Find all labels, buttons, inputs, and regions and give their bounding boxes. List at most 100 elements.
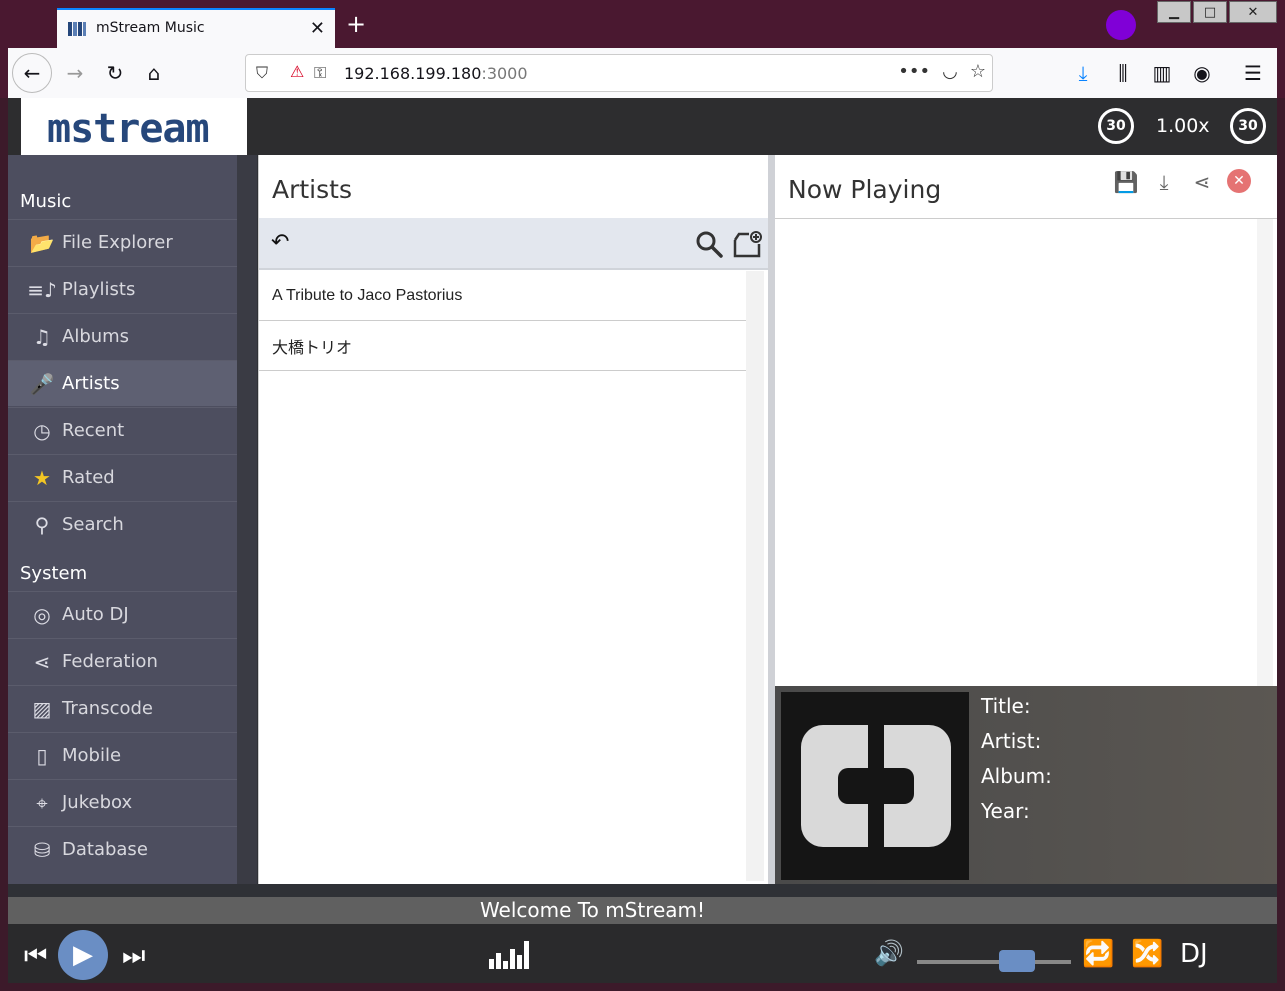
sidebar-item-database[interactable]: ⛁ Database xyxy=(8,826,237,872)
artist-list: A Tribute to Jaco Pastorius 大橋トリオ xyxy=(259,271,747,371)
next-track-icon[interactable]: ⏭ xyxy=(122,941,145,972)
panel-divider[interactable] xyxy=(768,155,775,884)
repeat-icon[interactable]: 🔁 xyxy=(1082,939,1114,969)
url-text[interactable]: 192.168.199.180:3000 xyxy=(344,64,528,83)
star-icon: ★ xyxy=(33,465,51,490)
meta-artist: Artist: xyxy=(981,729,1042,753)
search-icon[interactable] xyxy=(695,230,723,258)
play-button[interactable]: ▶ xyxy=(58,930,108,980)
browser-titlebar: mStream Music ✕ + ▁ □ ✕ xyxy=(0,0,1285,48)
share-icon: ⋖ xyxy=(33,649,51,674)
save-icon[interactable]: 💾 xyxy=(1113,169,1139,195)
app-topbar: mstream 30 1.00x 30 xyxy=(8,98,1277,164)
sidebar-item-federation[interactable]: ⋖ Federation xyxy=(8,638,237,684)
transcode-icon: ▨ xyxy=(32,696,52,721)
reload-button[interactable]: ↻ xyxy=(102,60,128,86)
sidebar-item-label: Search xyxy=(62,514,124,535)
share-icon[interactable]: ⋖ xyxy=(1189,169,1215,195)
back-arrow-icon[interactable]: ↶ xyxy=(271,230,289,255)
sidebar-item-label: Albums xyxy=(62,326,130,347)
add-to-queue-icon[interactable] xyxy=(733,230,763,258)
new-tab-icon[interactable]: + xyxy=(346,12,366,36)
remote-icon: ⌖ xyxy=(36,790,48,815)
sidebar-toggle-icon[interactable]: ▥ xyxy=(1149,60,1175,86)
volume-slider-thumb[interactable] xyxy=(999,950,1035,972)
sidebar-scrollbar[interactable] xyxy=(237,155,257,884)
skip-forward-30-button[interactable]: 30 xyxy=(1230,108,1266,144)
key-icon[interactable]: ⚿ xyxy=(314,63,326,83)
volume-icon[interactable]: 🔊 xyxy=(874,939,904,967)
close-window-button[interactable]: ✕ xyxy=(1229,1,1277,23)
mstream-favicon-icon xyxy=(68,22,86,36)
folder-icon: 📂 xyxy=(29,230,55,255)
queue-list xyxy=(775,218,1277,687)
meta-title: Title: xyxy=(981,694,1031,718)
database-icon: ⛁ xyxy=(33,837,51,862)
shuffle-icon[interactable]: 🔀 xyxy=(1131,939,1163,969)
album-art xyxy=(781,692,969,880)
sidebar-item-label: Artists xyxy=(62,373,120,394)
minimize-button[interactable]: ▁ xyxy=(1157,1,1191,23)
auto-dj-button[interactable]: DJ xyxy=(1180,939,1208,969)
sidebar-item-transcode[interactable]: ▨ Transcode xyxy=(8,685,237,731)
sidebar-item-recent[interactable]: ◷ Recent xyxy=(8,407,237,453)
list-item[interactable]: A Tribute to Jaco Pastorius xyxy=(259,271,747,321)
download-icon[interactable]: ⤓ xyxy=(1151,169,1177,195)
shield-icon[interactable]: ⛉ xyxy=(256,63,268,83)
page-actions-icon[interactable]: ••• xyxy=(898,61,930,82)
account-icon[interactable]: ◉ xyxy=(1189,60,1215,86)
private-browsing-icon xyxy=(1106,10,1136,40)
insecure-lock-icon[interactable]: ⚠ xyxy=(290,62,304,81)
mstream-logo-icon xyxy=(801,725,951,847)
sidebar-item-label: Transcode xyxy=(62,698,153,719)
skip-back-30-button[interactable]: 30 xyxy=(1098,108,1134,144)
url-bar[interactable]: ⛉ ⚠ ⚿ 192.168.199.180:3000 ••• ◡ ☆ xyxy=(245,54,993,92)
search-icon: ⚲ xyxy=(34,512,50,537)
forward-button[interactable]: → xyxy=(62,60,88,86)
tab-close-icon[interactable]: ✕ xyxy=(310,18,325,39)
queue-scrollbar[interactable] xyxy=(1257,219,1273,687)
library-icon[interactable]: ⫼ xyxy=(1110,60,1136,86)
sidebar-item-mobile[interactable]: ▯ Mobile xyxy=(8,732,237,778)
home-button[interactable]: ⌂ xyxy=(141,60,167,86)
sidebar-item-jukebox[interactable]: ⌖ Jukebox xyxy=(8,779,237,825)
back-button[interactable]: ← xyxy=(12,53,52,93)
sidebar-item-artists[interactable]: 🎤 Artists xyxy=(8,360,237,406)
playback-speed[interactable]: 1.00x xyxy=(1156,115,1210,137)
pocket-icon[interactable]: ◡ xyxy=(942,61,958,82)
bookmark-star-icon[interactable]: ☆ xyxy=(970,61,986,82)
clear-queue-icon[interactable]: ✕ xyxy=(1227,169,1251,193)
album-icon: ♫ xyxy=(33,324,51,349)
tab-title: mStream Music xyxy=(96,20,205,36)
microphone-icon: 🎤 xyxy=(29,371,55,396)
sidebar-item-label: Federation xyxy=(62,651,158,672)
artist-list-scrollbar[interactable] xyxy=(746,271,764,881)
now-playing-panel: Now Playing 💾 ⤓ ⋖ ✕ Title: Artist: Album… xyxy=(775,155,1277,884)
sidebar: Music 📂 File Explorer ≡♪ Playlists ♫ Alb… xyxy=(8,155,237,884)
sidebar-item-search[interactable]: ⚲ Search xyxy=(8,501,237,547)
menu-icon[interactable]: ☰ xyxy=(1240,60,1266,86)
sidebar-item-label: Jukebox xyxy=(62,792,133,813)
visualizer-icon[interactable] xyxy=(489,939,533,969)
maximize-button[interactable]: □ xyxy=(1193,1,1227,23)
phone-icon: ▯ xyxy=(36,743,48,768)
logo-gap xyxy=(868,725,884,847)
sidebar-item-file-explorer[interactable]: 📂 File Explorer xyxy=(8,219,237,265)
clock-icon: ◷ xyxy=(33,418,51,443)
sidebar-item-auto-dj[interactable]: ◎ Auto DJ xyxy=(8,591,237,637)
artists-toolbar: ↶ xyxy=(259,218,769,270)
volume-slider[interactable] xyxy=(917,960,1071,964)
sidebar-item-playlists[interactable]: ≡♪ Playlists xyxy=(8,266,237,312)
track-info-panel: Title: Artist: Album: Year: xyxy=(775,686,1277,884)
downloads-icon[interactable]: ⤓ xyxy=(1070,60,1096,86)
sidebar-item-rated[interactable]: ★ Rated xyxy=(8,454,237,500)
sidebar-item-albums[interactable]: ♫ Albums xyxy=(8,313,237,359)
now-playing-marquee: Welcome To mStream! xyxy=(8,897,1277,924)
list-item[interactable]: 大橋トリオ xyxy=(259,321,747,371)
sidebar-item-label: File Explorer xyxy=(62,232,173,253)
logo-text: mstream xyxy=(47,106,210,152)
artists-panel: Artists ↶ A Tribute to Jaco Pastorius 大橋… xyxy=(258,155,769,884)
previous-track-icon[interactable]: ⏮ xyxy=(24,941,47,972)
sidebar-item-label: Playlists xyxy=(62,279,136,300)
browser-tab[interactable]: mStream Music ✕ xyxy=(57,8,335,48)
